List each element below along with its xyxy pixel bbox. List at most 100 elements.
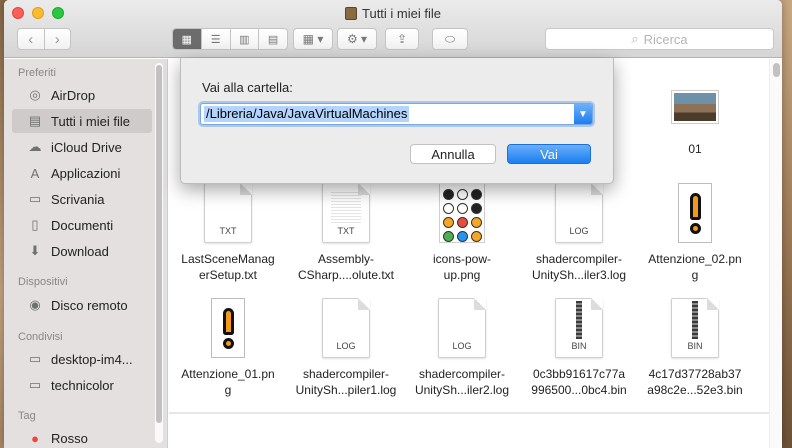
view-switcher: ▦ ☰ ▥ ▤: [172, 28, 288, 50]
coverflow-view-button[interactable]: ▤: [259, 29, 287, 49]
sidebar-item-documents[interactable]: ▯ Documenti: [12, 213, 152, 237]
file-name-line: shadercompiler-: [418, 367, 506, 381]
log-file-icon: LOG: [322, 298, 370, 358]
file-name: shadercompiler- UnitySh...piler1.log: [289, 366, 403, 398]
file-name-line: LastSceneManag: [181, 252, 275, 266]
content-scrollbar[interactable]: [769, 59, 782, 448]
arrange-icon: ▦ ▾: [302, 32, 324, 46]
sidebar-item-label: Tutti i miei file: [51, 113, 130, 129]
file-name: Attenzione_01.png: [171, 366, 285, 398]
dialog-label: Vai alla cartella:: [202, 80, 293, 95]
go-button[interactable]: Vai: [507, 144, 591, 164]
file-item[interactable]: icons-pow-up.png: [405, 183, 519, 283]
sidebar-item-applications[interactable]: A Applicazioni: [12, 161, 152, 185]
title-bar: Tutti i miei file ‹ › ▦ ☰ ▥ ▤ ▦ ▾ ⚙ ▾ ⇪ ⬭…: [4, 0, 782, 58]
search-field[interactable]: ⌕ Ricerca: [545, 28, 774, 50]
forward-button[interactable]: ›: [45, 31, 71, 48]
sidebar-item-label: Scrivania: [51, 191, 105, 207]
content-scroll-thumb[interactable]: [773, 63, 780, 77]
sidebar-item-icloud[interactable]: ☁ iCloud Drive: [12, 135, 152, 159]
sidebar-scroll-thumb[interactable]: [156, 65, 162, 423]
file-ext: LOG: [569, 226, 589, 236]
monitor-icon: ▭: [28, 377, 42, 392]
warning-icon: [211, 298, 245, 358]
file-item[interactable]: 01: [638, 77, 752, 157]
sidebar-item-label: Download: [51, 243, 109, 259]
file-name-line: Attenzione_01.pn: [181, 367, 275, 381]
sidebar-item-red-tag[interactable]: ● Rosso: [12, 426, 152, 448]
image-thumbnail: [672, 91, 718, 123]
file-name-line: erSetup.txt: [198, 268, 258, 282]
file-ext: TXT: [219, 226, 237, 236]
file-name-line: Attenzione_02.pn: [648, 252, 742, 266]
tags-button[interactable]: ⬭: [432, 28, 468, 50]
back-button[interactable]: ‹: [18, 31, 44, 48]
file-item[interactable]: TXT LastSceneManag erSetup.txt: [171, 183, 285, 283]
file-item[interactable]: BIN 4c17d37728ab37 a98c2e...52e3.bin: [638, 298, 752, 398]
sidebar-section-shared: Condivisi: [18, 331, 63, 343]
sidebar-section-favorites: Preferiti: [18, 67, 56, 79]
file-name-line: g: [224, 383, 232, 397]
file-ext: LOG: [336, 341, 356, 351]
file-item[interactable]: LOG shadercompiler- UnitySh...iler2.log: [405, 298, 519, 398]
file-ext: BIN: [571, 341, 587, 351]
png-thumbnail: [439, 183, 485, 243]
sidebar-item-label: AirDrop: [51, 87, 96, 103]
search-icon: ⌕: [631, 31, 639, 46]
monitor-icon: ▭: [28, 351, 42, 366]
file-name: shadercompiler- UnitySh...iler3.log: [522, 251, 636, 283]
nav-buttons: ‹ ›: [17, 28, 71, 50]
cloud-icon: ☁: [28, 139, 42, 154]
file-item[interactable]: TXT Assembly- CSharp....olute.txt: [289, 183, 403, 283]
file-name-line: 996500...0bc4.bin: [531, 383, 627, 397]
txt-file-icon: TXT: [204, 183, 252, 243]
cancel-button[interactable]: Annulla: [410, 144, 496, 164]
arrange-button[interactable]: ▦ ▾: [293, 28, 333, 50]
file-item[interactable]: Attenzione_02.png: [638, 183, 752, 283]
sidebar-item-desktop-im4[interactable]: ▭ desktop-im4...: [12, 347, 152, 371]
file-name-line: icons-pow-: [432, 252, 492, 266]
column-view-button[interactable]: ▥: [231, 29, 260, 49]
icon-view-button[interactable]: ▦: [173, 29, 202, 49]
file-ext: LOG: [452, 341, 472, 351]
tag-icon: ⬭: [444, 31, 456, 46]
red-tag-icon: ●: [31, 430, 39, 446]
file-name: 4c17d37728ab37 a98c2e...52e3.bin: [638, 366, 752, 398]
log-file-icon: LOG: [555, 183, 603, 243]
file-name-line: shadercompiler-: [535, 252, 623, 266]
sidebar-item-label: iCloud Drive: [51, 139, 122, 155]
file-name-line: UnitySh...piler1.log: [295, 383, 397, 397]
file-item[interactable]: Attenzione_01.png: [171, 298, 285, 398]
sidebar-item-label: Applicazioni: [51, 165, 121, 181]
folder-path-input[interactable]: /Libreria/Java/JavaVirtualMachines ▼: [200, 103, 593, 125]
file-item[interactable]: LOG shadercompiler- UnitySh...iler3.log: [522, 183, 636, 283]
chevron-down-icon: ▼: [578, 108, 588, 120]
sidebar-item-downloads[interactable]: ⬇ Download: [12, 239, 152, 263]
sidebar-scrollbar[interactable]: [155, 63, 163, 443]
file-item[interactable]: LOG shadercompiler- UnitySh...piler1.log: [289, 298, 403, 398]
sidebar-item-airdrop[interactable]: ◎ AirDrop: [12, 83, 152, 107]
sidebar-item-desktop[interactable]: ▭ Scrivania: [12, 187, 152, 211]
file-name: shadercompiler- UnitySh...iler2.log: [405, 366, 519, 398]
sidebar-item-technicolor[interactable]: ▭ technicolor: [12, 373, 152, 397]
action-button[interactable]: ⚙ ▾: [337, 28, 377, 50]
file-name-line: UnitySh...iler3.log: [531, 268, 627, 282]
file-name-line: g: [691, 268, 699, 282]
file-name: Attenzione_02.png: [638, 251, 752, 283]
all-files-icon: ▤: [28, 113, 42, 128]
applications-icon: A: [30, 165, 40, 181]
file-ext: BIN: [687, 341, 703, 351]
sidebar-item-all-files[interactable]: ▤ Tutti i miei file: [12, 109, 152, 133]
share-icon: ⇪: [396, 32, 408, 46]
path-history-dropdown[interactable]: ▼: [574, 104, 592, 124]
file-name-line: 4c17d37728ab37: [648, 367, 742, 381]
share-button[interactable]: ⇪: [385, 28, 419, 50]
list-view-button[interactable]: ☰: [202, 29, 231, 49]
file-name-line: shadercompiler-: [302, 367, 390, 381]
file-name: LastSceneManag erSetup.txt: [171, 251, 285, 283]
bin-file-icon: BIN: [671, 298, 719, 358]
file-name-line: up.png: [443, 268, 481, 282]
sidebar-item-remote-disc[interactable]: ◉ Disco remoto: [12, 293, 152, 317]
bin-file-icon: BIN: [555, 298, 603, 358]
file-item[interactable]: BIN 0c3bb91617c77a 996500...0bc4.bin: [522, 298, 636, 398]
